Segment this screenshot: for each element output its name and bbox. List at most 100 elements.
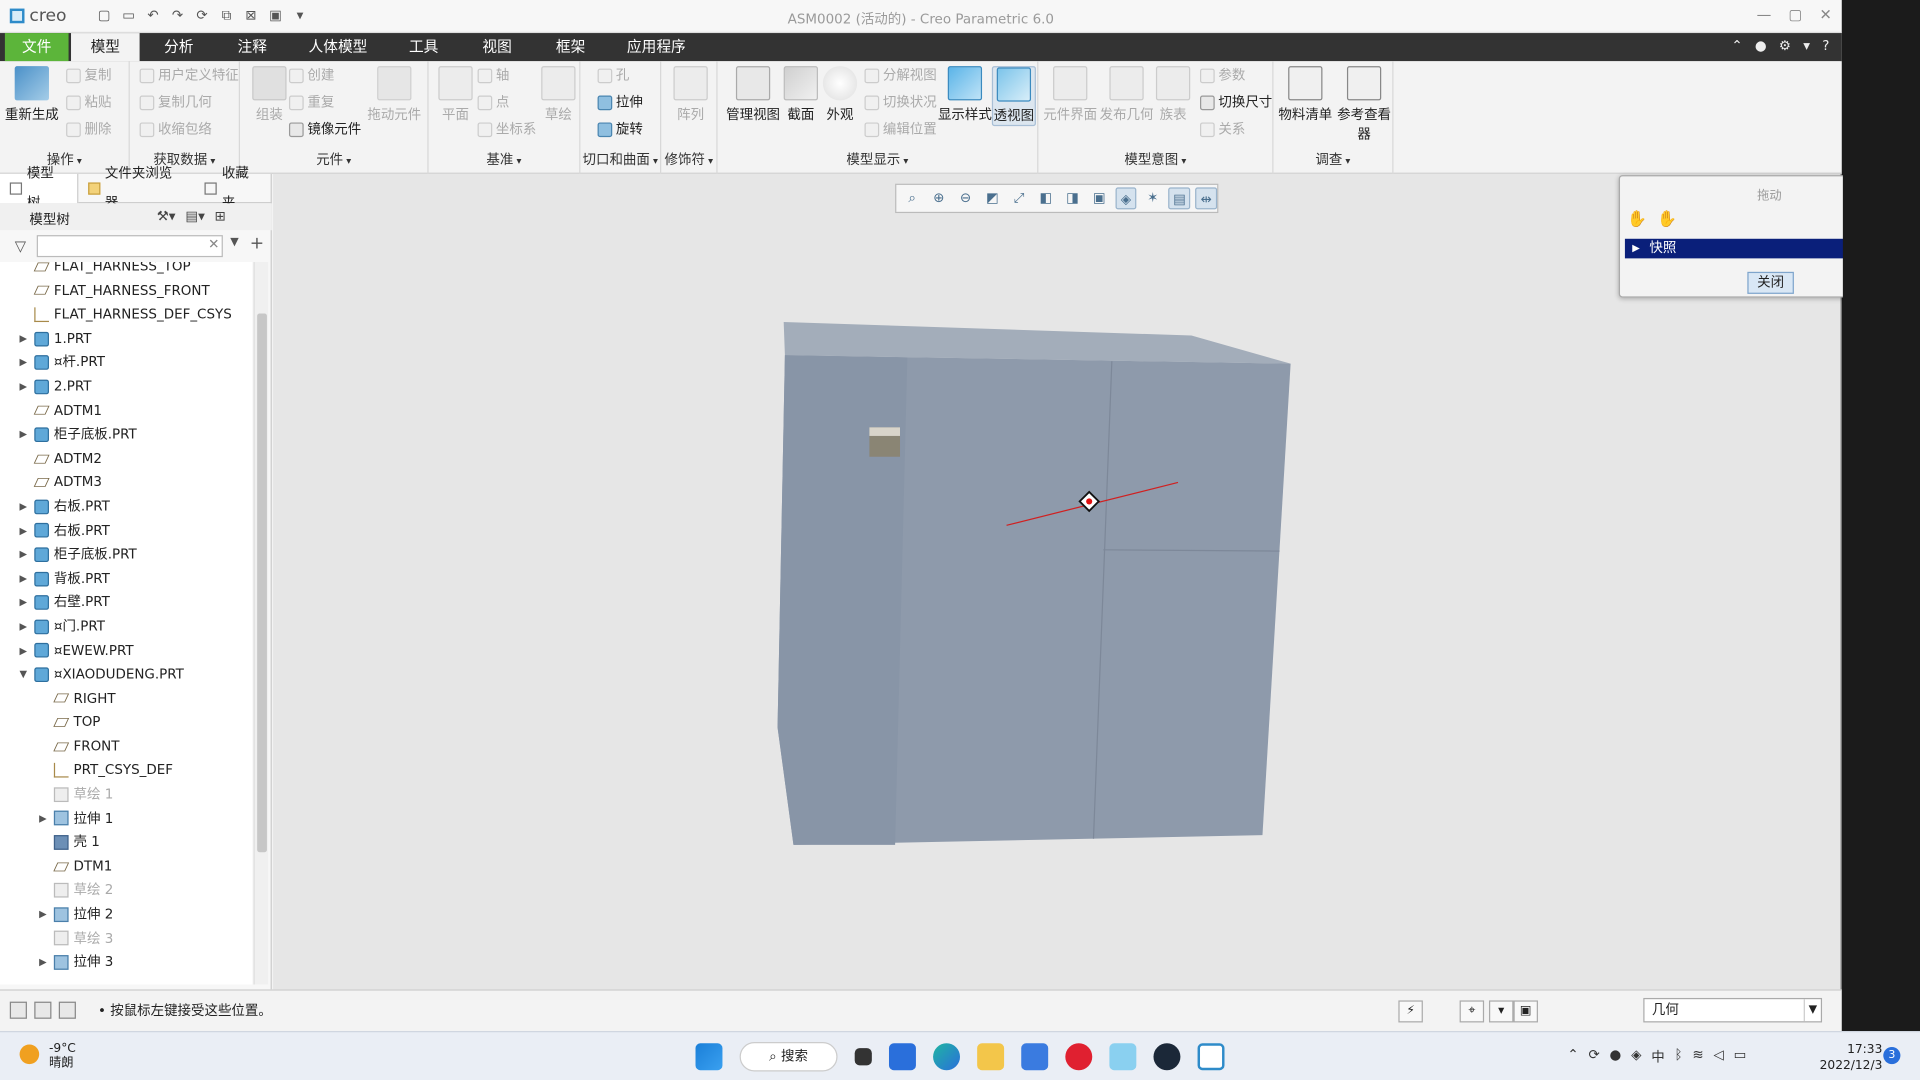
regen-status-icon[interactable]: ⚡ (1398, 1000, 1423, 1023)
tree-row[interactable]: ▶ 背板.PRT (0, 567, 252, 591)
tree-row[interactable]: 草绘 3 (0, 926, 252, 950)
expand-icon[interactable]: ▶ (37, 902, 49, 926)
expand-icon[interactable]: ▶ (17, 567, 29, 591)
edge-icon[interactable] (933, 1043, 961, 1071)
expand-icon[interactable]: ▶ (37, 807, 49, 831)
plane-button[interactable]: 平面 (429, 66, 483, 124)
toggle-status-button[interactable]: 切换状况 (864, 93, 937, 113)
tree-row[interactable]: 壳 1 (0, 831, 252, 855)
tree-row[interactable]: FLAT_HARNESS_TOP (0, 262, 252, 279)
notepad-icon[interactable] (1109, 1043, 1137, 1071)
regenerate-button[interactable]: 重新生成 (5, 66, 59, 124)
tree-row[interactable]: ▶ 右壁.PRT (0, 591, 252, 615)
copy-geometry-button[interactable]: 复制几何 (139, 93, 212, 113)
tree-row[interactable]: ADTM3 (0, 471, 252, 495)
browser-icon[interactable] (34, 1001, 52, 1019)
music-icon[interactable] (1065, 1043, 1093, 1071)
start-icon[interactable] (695, 1043, 723, 1071)
point-button[interactable]: 点 (477, 93, 509, 113)
find-icon[interactable]: ⌖ (1459, 1000, 1485, 1023)
group-label[interactable]: 切口和曲面 (580, 149, 660, 169)
tab-favorites[interactable]: 收藏夹 (195, 165, 272, 211)
tree-row[interactable]: ▶ 2.PRT (0, 375, 252, 399)
graphics-window[interactable]: ⌕ ⊕ ⊖ ◩ ⤢ ◧ ◨ ▣ ◈ ✶ ▤ ⇹ (273, 173, 1841, 990)
tree-row[interactable]: ▶ 柜子底板.PRT (0, 543, 252, 567)
notification-badge[interactable]: 3 (1883, 1046, 1901, 1065)
tree-row[interactable]: 草绘 1 (0, 783, 252, 807)
tree-row[interactable]: FRONT (0, 735, 252, 759)
edit-position-button[interactable]: 编辑位置 (864, 120, 937, 140)
tab-annotate[interactable]: 注释 (225, 33, 279, 61)
tree-settings-icon[interactable]: ⚒▾ (157, 208, 176, 224)
close-icon[interactable]: ✕ (1820, 6, 1832, 23)
exploded-view-button[interactable]: 分解视图 (864, 66, 937, 86)
mirror-component-button[interactable]: 镜像元件 (288, 120, 361, 140)
find-dropdown-icon[interactable]: ▾ (1488, 1000, 1514, 1023)
perspective-view-button[interactable]: 透视图 (991, 66, 1036, 127)
ime-icon[interactable]: 中 (1651, 1047, 1664, 1067)
expand-icon[interactable]: ▶ (17, 543, 29, 567)
clear-icon[interactable]: ✕ (208, 236, 219, 252)
group-label[interactable]: 模型显示 (718, 149, 1038, 169)
expand-icon[interactable]: ▶ (17, 375, 29, 399)
tree-row[interactable]: TOP (0, 711, 252, 735)
tree-row[interactable]: FLAT_HARNESS_FRONT (0, 279, 252, 303)
sketch-button[interactable]: 草绘 (531, 66, 585, 124)
defender-icon[interactable]: ◈ (1631, 1047, 1641, 1067)
group-label[interactable]: 元件 (240, 149, 427, 169)
tree-row[interactable]: ADTM1 (0, 399, 252, 423)
tab-framework[interactable]: 框架 (544, 33, 598, 61)
tree-row[interactable]: DTM1 (0, 855, 252, 879)
selection-icon[interactable]: ▣ (1513, 1000, 1538, 1023)
hole-button[interactable]: 孔 (597, 66, 629, 86)
expand-icon[interactable]: ▶ (17, 351, 29, 375)
tree-scrollbar[interactable] (253, 262, 269, 985)
csys-button[interactable]: 坐标系 (477, 120, 536, 140)
relations-button[interactable]: 关系 (1200, 120, 1245, 140)
help-icon[interactable]: ? (1822, 38, 1829, 54)
tab-model-tree[interactable]: 模型树 (0, 165, 79, 211)
copy-button[interactable]: 复制 (66, 66, 111, 86)
tree-row[interactable]: ▶ 右板.PRT (0, 495, 252, 519)
bluetooth-icon[interactable]: ᛒ (1675, 1047, 1683, 1067)
shield-icon[interactable] (1021, 1043, 1049, 1071)
tree-row[interactable]: ▶ ¤杆.PRT (0, 351, 252, 375)
user-icon[interactable]: ● (1755, 38, 1767, 54)
tree-row[interactable]: ▶ 右板.PRT (0, 519, 252, 543)
wifi-icon[interactable]: ≋ (1692, 1047, 1703, 1067)
pattern-button[interactable]: 阵列 (664, 66, 718, 124)
settings-icon[interactable]: ⚙ (1779, 38, 1791, 54)
expand-icon[interactable]: ▶ (37, 950, 49, 974)
tab-model[interactable]: 模型 (71, 33, 140, 62)
store-icon[interactable] (888, 1043, 916, 1071)
model-canvas[interactable] (273, 174, 1840, 990)
revolve-button[interactable]: 旋转 (597, 120, 643, 140)
minimize-icon[interactable]: — (1757, 6, 1772, 23)
toggle-navigator-icon[interactable] (9, 1001, 27, 1019)
file-explorer-icon[interactable] (977, 1043, 1005, 1071)
full-screen-icon[interactable] (58, 1001, 76, 1019)
body-drag-icon[interactable]: ✋ (1657, 211, 1677, 229)
tree-row[interactable]: ▶ ¤门.PRT (0, 615, 252, 639)
weather-widget[interactable]: -9°C 晴朗 (19, 1042, 76, 1071)
display-style-button[interactable]: 显示样式 (938, 66, 992, 124)
show-menu-icon[interactable]: ▤▾ (185, 208, 204, 224)
tab-analysis[interactable]: 分析 (152, 33, 206, 61)
expand-icon[interactable]: ▶ (17, 591, 29, 615)
selection-filter-dropdown[interactable]: 几何 ▼ (1643, 997, 1823, 1023)
group-label[interactable]: 基准 (429, 149, 580, 169)
tray-expand-icon[interactable]: ⌃ (1567, 1047, 1578, 1067)
repeat-button[interactable]: 重复 (288, 93, 334, 113)
collapse-icon[interactable]: ▼ (17, 663, 29, 687)
bom-button[interactable]: 物料清单 (1278, 66, 1332, 124)
paste-button[interactable]: 粘贴 (66, 93, 111, 113)
tab-view[interactable]: 视图 (470, 33, 524, 61)
tree-row[interactable]: ▶ 拉伸 1 (0, 807, 252, 831)
clock[interactable]: 17:33 2022/12/3 (1820, 1042, 1883, 1074)
shrinkwrap-button[interactable]: 收缩包络 (139, 120, 212, 140)
tree-row[interactable]: ADTM2 (0, 447, 252, 471)
switch-dimensions-button[interactable]: 切换尺寸 (1200, 93, 1272, 113)
app-tray-icon[interactable]: ● (1610, 1047, 1622, 1067)
reference-viewer-button[interactable]: 参考查看器 (1337, 66, 1391, 143)
steam-icon[interactable] (1153, 1043, 1181, 1071)
